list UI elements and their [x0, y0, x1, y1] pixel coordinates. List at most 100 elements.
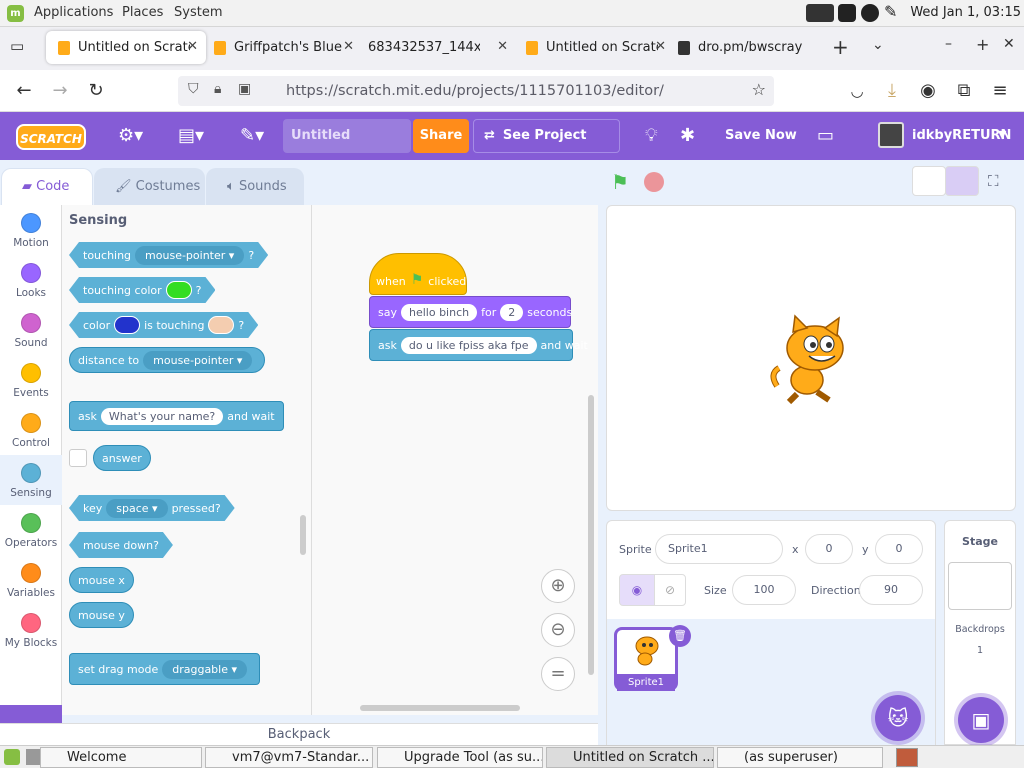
volume-icon[interactable] — [806, 4, 834, 22]
edit-menu-icon[interactable]: ✎▾ — [240, 125, 264, 146]
url-bar[interactable]: ⛉ 🔒︎ ▣ https://scratch.mit.edu/projects/… — [178, 76, 774, 106]
bookmark-star-icon[interactable]: ☆ — [752, 80, 766, 99]
color-swatch[interactable] — [208, 316, 234, 334]
tab-costumes[interactable]: 🖌︎ Costumes — [94, 168, 205, 205]
tab-image[interactable]: 683432537_144x108 ✕ — [356, 31, 516, 64]
lightbulb-icon[interactable]: 💡︎ — [645, 125, 658, 146]
close-tab-icon[interactable]: ✕ — [343, 39, 354, 54]
green-flag-icon[interactable]: ⚑ — [611, 170, 629, 194]
key-dropdown[interactable]: space ▾ — [106, 499, 167, 518]
maximize-icon[interactable]: + — [976, 35, 989, 54]
close-tab-icon[interactable]: ✕ — [655, 39, 666, 54]
downloads-icon[interactable]: ⤓ — [880, 79, 904, 103]
category-operators[interactable]: Operators — [0, 510, 62, 560]
clock[interactable]: Wed Jan 1, 03:15 — [910, 5, 1021, 20]
block-when-flag-clicked[interactable]: when ⚑ clicked — [369, 253, 467, 295]
workspace-switcher-icon[interactable] — [896, 748, 918, 767]
see-project-page-button[interactable]: ⇄See Project Page — [473, 119, 620, 175]
fullscreen-icon[interactable]: ⛶ — [988, 172, 999, 190]
mint-menu-icon[interactable] — [4, 749, 20, 765]
sprite-thumbnail[interactable]: Sprite1 🗑︎ — [614, 625, 691, 691]
script-horizontal-scrollbar[interactable] — [360, 705, 520, 711]
list-tabs-icon[interactable]: ⌄ — [872, 37, 884, 53]
settings-gear-icon[interactable]: ⚙▾ — [118, 125, 143, 146]
task-welcome[interactable]: Welcome — [40, 747, 202, 768]
touching-dropdown[interactable]: mouse-pointer ▾ — [135, 246, 244, 265]
category-looks[interactable]: Looks — [0, 260, 62, 310]
delete-sprite-trash-icon[interactable]: 🗑︎ — [669, 625, 691, 647]
my-stuff-folder-icon[interactable]: ▭ — [817, 125, 834, 146]
tab-untitled-scratch-2[interactable]: Untitled on Scratch ✕ — [514, 31, 674, 64]
pocket-icon[interactable]: ◡ — [845, 79, 869, 103]
stage-selector[interactable]: Stage Backdrops 1 ▣ — [944, 520, 1016, 745]
sprite-name-input[interactable]: Sprite1 — [655, 534, 783, 564]
zoom-reset-button[interactable]: = — [541, 657, 575, 691]
debug-icon[interactable]: ✱ — [680, 125, 695, 146]
menu-applications[interactable]: Applications — [34, 5, 113, 20]
normal-stage-button[interactable] — [945, 166, 979, 196]
new-tab-icon[interactable]: + — [832, 35, 849, 59]
block-key-pressed[interactable]: key space ▾ pressed? — [69, 495, 235, 521]
close-tab-icon[interactable]: ✕ — [497, 39, 508, 54]
shield-icon[interactable] — [838, 4, 856, 22]
show-sprite-eye-icon[interactable]: ◉ — [619, 574, 655, 606]
backpack[interactable]: Backpack — [0, 723, 598, 745]
account-icon[interactable]: ◉ — [916, 79, 940, 103]
save-now-button[interactable]: Save Now — [725, 128, 797, 143]
tab-code[interactable]: ▰ Code — [1, 168, 93, 205]
category-sensing[interactable]: Sensing — [0, 455, 62, 505]
menu-system[interactable]: System — [174, 5, 222, 20]
block-say-for-seconds[interactable]: say hello binch for 2 seconds — [369, 296, 572, 328]
block-ask-and-wait[interactable]: ask What's your name? and wait — [69, 401, 284, 431]
say-seconds-input[interactable]: 2 — [500, 303, 524, 321]
palette-scrollbar[interactable] — [300, 515, 306, 555]
answer-checkbox[interactable] — [69, 449, 87, 467]
tab-sounds[interactable]: 🔈︎ Sounds — [206, 168, 304, 205]
chevron-down-icon[interactable]: ▼ — [998, 128, 1006, 141]
ask-text-input[interactable]: do u like fpiss aka fpe — [400, 336, 537, 354]
lock-icon[interactable]: 🔒︎ — [214, 81, 221, 97]
block-touching[interactable]: touching mouse-pointer ▾? — [69, 242, 268, 268]
file-menu-icon[interactable]: ▤▾ — [178, 125, 204, 146]
cat-sprite[interactable] — [767, 314, 857, 406]
share-button[interactable]: Share — [413, 119, 469, 153]
account-username[interactable]: idkbyRETURN — [912, 128, 1011, 143]
show-desktop-icon[interactable] — [26, 749, 40, 765]
tab-untitled-scratch[interactable]: Untitled on Scratch ✕ — [46, 31, 206, 64]
block-mouse-x[interactable]: mouse x — [69, 567, 134, 593]
pen-icon[interactable]: ✎ — [884, 2, 897, 21]
stage-canvas[interactable] — [606, 205, 1016, 511]
direction-input[interactable]: 90 — [859, 575, 923, 605]
tab-griffpatch[interactable]: Griffpatch's Blue ✕ — [202, 31, 362, 64]
script-vertical-scrollbar[interactable] — [588, 395, 594, 675]
minimize-icon[interactable]: – — [945, 36, 952, 52]
color-swatch[interactable] — [166, 281, 192, 299]
zoom-out-button[interactable]: ⊖ — [541, 613, 575, 647]
extensions-icon[interactable]: ⧉ — [952, 79, 976, 103]
url-text[interactable]: https://scratch.mit.edu/projects/1115701… — [286, 83, 664, 99]
back-icon[interactable]: ← — [12, 79, 36, 103]
camera-icon[interactable]: ▣ — [238, 81, 251, 97]
block-answer[interactable]: answer — [93, 445, 151, 471]
tracking-protection-icon[interactable]: ⛉ — [188, 81, 199, 97]
stop-icon[interactable] — [644, 172, 664, 192]
menu-places[interactable]: Places — [122, 5, 163, 20]
block-mouse-y[interactable]: mouse y — [69, 602, 134, 628]
category-motion[interactable]: Motion — [0, 210, 62, 260]
hide-sprite-eye-icon[interactable]: ⊘ — [654, 574, 686, 606]
small-stage-button[interactable] — [912, 166, 946, 196]
task-terminal[interactable]: vm7@vm7-Standar... — [205, 747, 373, 768]
project-title-input[interactable]: Untitled — [283, 119, 411, 153]
zoom-in-button[interactable]: ⊕ — [541, 569, 575, 603]
close-tab-icon[interactable]: ✕ — [187, 39, 198, 54]
say-text-input[interactable]: hello binch — [400, 303, 478, 321]
reload-icon[interactable]: ↻ — [84, 79, 108, 103]
block-ask-and-wait-script[interactable]: ask do u like fpiss aka fpe and wait — [369, 329, 588, 361]
backdrop-thumbnail[interactable] — [948, 562, 1012, 610]
tab-overview-icon[interactable]: ▭ — [10, 37, 24, 55]
hamburger-menu-icon[interactable]: ≡ — [988, 79, 1012, 103]
block-set-drag-mode[interactable]: set drag mode draggable ▾ — [69, 653, 261, 685]
distance-dropdown[interactable]: mouse-pointer ▾ — [143, 350, 253, 370]
category-my-blocks[interactable]: My Blocks — [0, 610, 62, 660]
block-distance-to[interactable]: distance to mouse-pointer ▾ — [69, 347, 266, 373]
